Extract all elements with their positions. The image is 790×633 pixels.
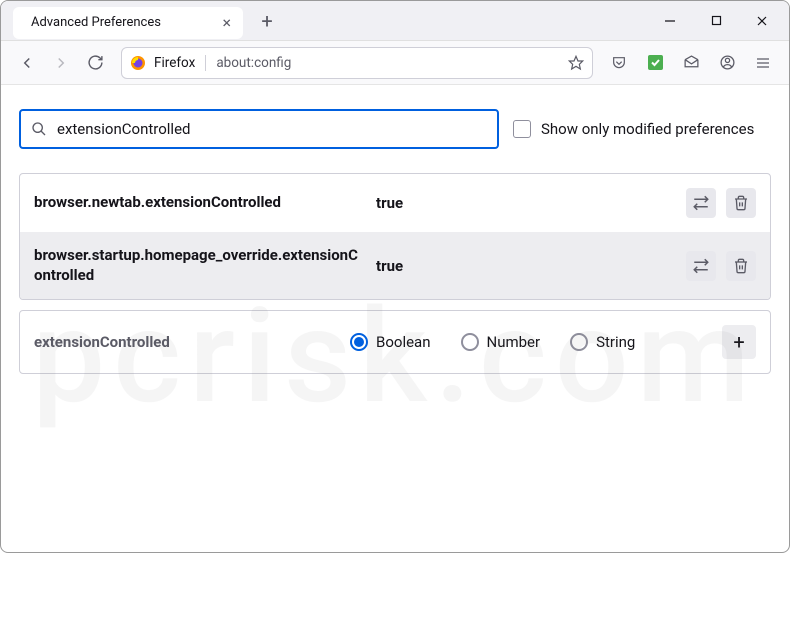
preference-row[interactable]: browser.startup.homepage_override.extens… <box>20 232 770 299</box>
reload-button[interactable] <box>79 47 111 79</box>
search-row: Show only modified preferences <box>19 109 771 149</box>
pref-actions <box>686 251 756 281</box>
toolbar-right <box>603 47 779 79</box>
radio-icon <box>570 333 588 351</box>
checkbox-icon <box>513 120 531 138</box>
hamburger-menu-icon[interactable] <box>747 47 779 79</box>
radio-string[interactable]: String <box>570 333 635 351</box>
preference-row[interactable]: browser.newtab.extensionControlled true <box>20 174 770 232</box>
radio-boolean[interactable]: Boolean <box>350 333 431 351</box>
minimize-button[interactable] <box>647 1 693 41</box>
pocket-icon[interactable] <box>603 47 635 79</box>
preference-list: browser.newtab.extensionControlled true … <box>19 173 771 300</box>
new-tab-button[interactable]: + <box>253 7 281 35</box>
maximize-button[interactable] <box>693 1 739 41</box>
close-tab-icon[interactable]: × <box>222 13 231 32</box>
add-button[interactable]: + <box>722 325 756 359</box>
extension-icon[interactable] <box>639 47 671 79</box>
pref-name: browser.newtab.extensionControlled <box>34 193 364 213</box>
back-button[interactable] <box>11 47 43 79</box>
search-input[interactable] <box>57 120 487 138</box>
search-box[interactable] <box>19 109 499 149</box>
new-preference-row: extensionControlled Boolean Number Strin… <box>19 310 771 374</box>
inbox-icon[interactable] <box>675 47 707 79</box>
show-modified-checkbox[interactable]: Show only modified preferences <box>513 120 754 138</box>
content-area: Show only modified preferences browser.n… <box>1 85 789 398</box>
url-bar[interactable]: Firefox about:config <box>121 47 593 79</box>
radio-number[interactable]: Number <box>461 333 541 351</box>
window-frame: Advanced Preferences × + <box>0 0 790 553</box>
pref-value: true <box>376 194 674 212</box>
type-radio-group: Boolean Number String <box>350 333 635 351</box>
window-controls <box>647 1 785 41</box>
forward-button[interactable] <box>45 47 77 79</box>
delete-icon[interactable] <box>726 188 756 218</box>
bookmark-star-icon[interactable] <box>568 55 584 71</box>
radio-label: Number <box>487 333 541 351</box>
search-icon <box>31 121 47 137</box>
account-icon[interactable] <box>711 47 743 79</box>
delete-icon[interactable] <box>726 251 756 281</box>
pref-actions <box>686 188 756 218</box>
pref-name: browser.startup.homepage_override.extens… <box>34 246 364 285</box>
radio-icon <box>461 333 479 351</box>
url-text: Firefox about:config <box>154 55 291 71</box>
tab-title: Advanced Preferences <box>31 15 222 30</box>
toggle-icon[interactable] <box>686 188 716 218</box>
radio-label: String <box>596 333 635 351</box>
browser-tab[interactable]: Advanced Preferences × <box>13 7 243 39</box>
new-pref-name: extensionControlled <box>34 333 314 351</box>
radio-label: Boolean <box>376 333 431 351</box>
radio-icon <box>350 333 368 351</box>
close-window-button[interactable] <box>739 1 785 41</box>
titlebar: Advanced Preferences × + <box>1 1 789 41</box>
pref-value: true <box>376 257 674 275</box>
firefox-logo-icon <box>130 55 146 71</box>
show-modified-label: Show only modified preferences <box>541 120 754 138</box>
toolbar: Firefox about:config <box>1 41 789 85</box>
toggle-icon[interactable] <box>686 251 716 281</box>
url-path: about:config <box>216 55 291 71</box>
url-prefix: Firefox <box>154 55 206 71</box>
